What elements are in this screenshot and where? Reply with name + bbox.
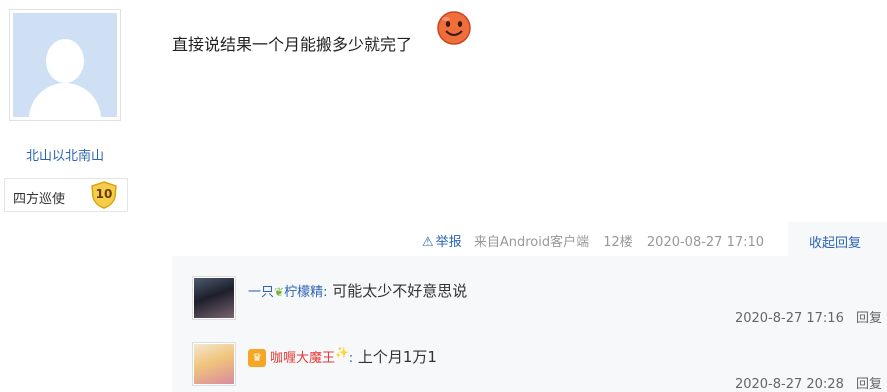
reply-colon: : bbox=[323, 285, 328, 300]
default-avatar-icon bbox=[13, 13, 117, 117]
crown-icon: ♛ bbox=[248, 348, 266, 367]
reply-line: ♛ 咖喱大魔王✨: 上个月1万1 bbox=[248, 346, 437, 367]
collapse-replies-tab[interactable]: 收起回复 bbox=[788, 222, 887, 256]
collapse-replies-button[interactable]: 收起回复 bbox=[809, 232, 861, 251]
author-name[interactable]: 北山以北南山 bbox=[0, 145, 130, 164]
post-content: 直接说结果一个月能搬多少就完了 bbox=[172, 35, 413, 54]
reply-list: 一只❦柠檬精: 可能太少不好意思说 2020-8-27 17:16 回复 ♛ 咖喱… bbox=[172, 256, 887, 392]
author-badge[interactable]: 四方巡使 10 bbox=[4, 178, 128, 212]
post-source: 来自Android客户端 bbox=[473, 235, 590, 250]
post-time: 2020-08-27 17:10 bbox=[646, 235, 765, 250]
reply-username[interactable]: 咖喱大魔王 bbox=[270, 351, 335, 366]
reply-content: 可能太少不好意思说 bbox=[332, 282, 468, 300]
badge-level-number: 10 bbox=[95, 187, 113, 201]
report-label: 举报 bbox=[435, 235, 462, 250]
warning-icon: ⚠ bbox=[422, 235, 434, 250]
reply-colon: : bbox=[348, 351, 354, 366]
reply-time: 2020-8-27 20:28 bbox=[734, 377, 844, 392]
reply-username[interactable]: 一只❦柠檬精 bbox=[248, 285, 323, 300]
reply-line: 一只❦柠檬精: 可能太少不好意思说 bbox=[248, 280, 467, 301]
author-avatar[interactable] bbox=[9, 9, 121, 121]
reply-footer: 2020-8-27 20:28 回复 bbox=[735, 373, 882, 392]
user-avatar-image bbox=[194, 344, 234, 384]
grinning-face-emoji-icon bbox=[437, 11, 471, 45]
level-badge: 10 bbox=[89, 181, 119, 209]
reply-footer: 2020-8-27 17:16 回复 bbox=[735, 307, 882, 326]
floor-number: 12楼 bbox=[603, 235, 633, 250]
reply-button[interactable]: 回复 bbox=[856, 311, 882, 326]
reply-button[interactable]: 回复 bbox=[856, 377, 882, 392]
leaf-icon: ❦ bbox=[274, 285, 285, 299]
reply-time: 2020-8-27 17:16 bbox=[734, 311, 844, 326]
post-meta: ⚠ 举报 来自Android客户端 12楼 2020-08-27 17:10 bbox=[422, 231, 764, 250]
reply-avatar[interactable] bbox=[192, 276, 236, 320]
reply-avatar[interactable] bbox=[192, 342, 236, 386]
sparkle-icon: ✨ bbox=[335, 346, 349, 359]
user-avatar-image bbox=[194, 278, 234, 318]
reply-content: 上个月1万1 bbox=[357, 348, 437, 366]
badge-title: 四方巡使 bbox=[13, 192, 66, 207]
report-link[interactable]: ⚠ 举报 bbox=[422, 235, 462, 250]
